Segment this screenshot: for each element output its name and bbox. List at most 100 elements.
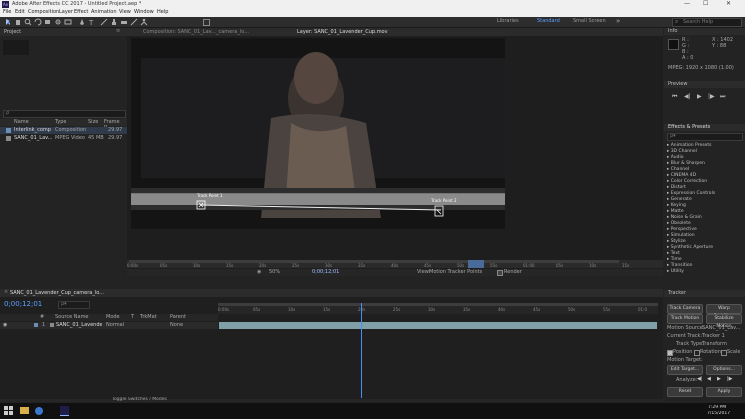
project-search-field[interactable]: ρ xyxy=(3,110,126,118)
brush-tool-icon[interactable] xyxy=(100,18,108,26)
effect-category[interactable]: ▸ Obsolete xyxy=(667,221,691,226)
render-checkbox[interactable] xyxy=(497,270,503,276)
workspace-menu-icon[interactable]: » xyxy=(616,17,620,25)
effect-category[interactable]: ▸ Color Correction xyxy=(667,179,707,184)
preview-tab[interactable]: Preview xyxy=(668,81,687,87)
apply-button[interactable]: Apply xyxy=(706,387,742,397)
project-tab[interactable]: Project xyxy=(4,29,21,35)
column-name[interactable]: Name xyxy=(14,119,29,125)
visibility-eye-icon[interactable]: ◉ xyxy=(3,322,7,328)
layer-mode-dropdown[interactable]: Normal xyxy=(106,322,124,328)
camera-tool-icon[interactable] xyxy=(44,18,52,26)
layer-duration-bar[interactable] xyxy=(219,322,657,329)
tab-layer[interactable]: Layer: SANC_01_Lavender_Cup.mov xyxy=(297,29,427,35)
snapping-checkbox[interactable] xyxy=(203,19,210,26)
toggle-switches-modes[interactable]: Toggle Switches / Modes xyxy=(112,397,167,402)
options-button[interactable]: Options... xyxy=(706,365,742,375)
workspace-libraries[interactable]: Libraries xyxy=(497,18,519,24)
help-search-field[interactable]: ⌕ Search Help xyxy=(672,18,742,27)
warp-stabilizer-button[interactable]: Warp Stabilizer xyxy=(706,304,742,319)
effect-category[interactable]: ▸ 3D Channel xyxy=(667,149,697,154)
menu-window[interactable]: Window xyxy=(134,9,154,15)
prev-frame-button[interactable]: ◀| xyxy=(684,93,691,100)
menu-layer[interactable]: Layer xyxy=(59,9,73,15)
effect-category[interactable]: ▸ Text xyxy=(667,251,680,256)
current-time-indicator[interactable] xyxy=(468,260,484,268)
edit-target-button[interactable]: Edit Target... xyxy=(667,365,703,375)
layer-row[interactable]: ◉ 1 SANC_01_Lavender... Normal None xyxy=(0,322,218,329)
menu-edit[interactable]: Edit xyxy=(15,9,25,15)
timeline-comp-tab[interactable]: SANC_01_Lavender_Cup_camera_lo... xyxy=(10,290,130,296)
effect-category[interactable]: ▸ Distort xyxy=(667,185,686,190)
menu-composition[interactable]: Composition xyxy=(28,9,59,15)
effect-category[interactable]: ▸ Animation Presets xyxy=(667,143,711,148)
close-tab-icon[interactable]: × xyxy=(4,289,8,295)
effect-category[interactable]: ▸ Simulation xyxy=(667,233,695,238)
rectangle-tool-icon[interactable] xyxy=(64,18,72,26)
effect-category[interactable]: ▸ Keying xyxy=(667,203,686,208)
effects-presets-tab[interactable]: Effects & Presets xyxy=(668,124,710,130)
effect-category[interactable]: ▸ Stylize xyxy=(667,239,686,244)
effect-category[interactable]: ▸ Channel xyxy=(667,167,689,172)
menu-file[interactable]: File xyxy=(3,9,11,15)
effect-category[interactable]: ▸ Transition xyxy=(667,263,692,268)
video-frame[interactable]: Track Point 1 Track Point 2 xyxy=(131,38,505,229)
analyze-back-one-button[interactable]: ◀ xyxy=(707,376,711,382)
eraser-tool-icon[interactable] xyxy=(120,18,128,26)
track-type-dropdown[interactable]: Transform xyxy=(702,341,727,347)
pan-behind-tool-icon[interactable] xyxy=(54,18,62,26)
effect-category[interactable]: ▸ Perspective xyxy=(667,227,697,232)
effect-category[interactable]: ▸ Matte xyxy=(667,209,684,214)
effect-category[interactable]: ▸ Synthetic Aperture xyxy=(667,245,713,250)
layer-label-color[interactable] xyxy=(34,323,38,327)
track-motion-button[interactable]: Track Motion xyxy=(667,314,703,324)
menu-animation[interactable]: Animation xyxy=(91,9,117,15)
menu-help[interactable]: Help xyxy=(157,9,168,15)
effect-category[interactable]: ▸ CINEMA 4D xyxy=(667,173,696,178)
effect-category[interactable]: ▸ Time xyxy=(667,257,682,262)
rotate-tool-icon[interactable] xyxy=(34,18,42,26)
type-tool-icon[interactable]: T xyxy=(88,18,96,26)
reset-button[interactable]: Reset xyxy=(667,387,703,397)
motion-source-dropdown[interactable]: SANC_01_Lav... xyxy=(702,325,740,331)
browser-icon[interactable] xyxy=(35,407,43,415)
next-frame-button[interactable]: |▶ xyxy=(708,93,715,100)
current-track-dropdown[interactable]: Tracker 1 xyxy=(702,333,725,339)
effect-category[interactable]: ▸ Utility xyxy=(667,269,684,274)
timeline-playhead[interactable] xyxy=(361,303,362,398)
project-row[interactable]: Interlink_comp Composition 29.97 xyxy=(0,127,127,134)
play-button[interactable]: ▶ xyxy=(697,93,702,100)
ae-taskbar-icon[interactable] xyxy=(60,406,69,416)
selection-tool-icon[interactable] xyxy=(4,18,12,26)
column-size[interactable]: Size xyxy=(88,119,98,125)
zoom-dropdown[interactable]: 50% xyxy=(269,269,280,275)
analyze-forward-one-button[interactable]: ▶ xyxy=(717,376,721,382)
effect-category[interactable]: ▸ Blur & Sharpen xyxy=(667,161,705,166)
tracker-tab[interactable]: Tracker xyxy=(668,290,686,296)
hand-tool-icon[interactable] xyxy=(14,18,22,26)
effect-category[interactable]: ▸ Generate xyxy=(667,197,692,202)
windows-start-icon[interactable] xyxy=(4,406,13,415)
timeline-search-field[interactable]: ρ▾ xyxy=(58,301,90,309)
close-button[interactable]: ✕ xyxy=(726,0,731,7)
workspace-small-screen[interactable]: Small Screen xyxy=(573,18,606,24)
viewer-timecode[interactable]: 0;00;12;01 xyxy=(312,269,339,275)
roto-brush-tool-icon[interactable] xyxy=(130,18,138,26)
minimize-button[interactable]: — xyxy=(684,0,690,7)
project-row[interactable]: SANC_01_Lav... MPEG Video 45 MB 29.97 xyxy=(0,135,127,142)
effects-search-field[interactable]: ρ▾ xyxy=(667,133,743,141)
timeline-ruler[interactable]: 0:00s 05s 10s 15s 20s 25s 30s 35s 40s 45… xyxy=(218,303,658,314)
analyze-back-all-button[interactable]: ◀| xyxy=(697,376,703,382)
zoom-tool-icon[interactable] xyxy=(24,18,32,26)
workspace-standard[interactable]: Standard xyxy=(537,18,560,24)
maximize-button[interactable]: ☐ xyxy=(703,0,708,7)
effect-category[interactable]: ▸ Expression Controls xyxy=(667,191,715,196)
effect-category[interactable]: ▸ Audio xyxy=(667,155,683,160)
tab-composition[interactable]: Composition: SANC_01_Lav..._camera_lo... xyxy=(143,29,293,35)
layer-parent-dropdown[interactable]: None xyxy=(170,322,183,328)
menu-view[interactable]: View xyxy=(119,9,131,15)
track-camera-button[interactable]: Track Camera xyxy=(667,304,703,314)
first-frame-button[interactable]: ⏮ xyxy=(672,93,677,101)
menu-effect[interactable]: Effect xyxy=(74,9,88,15)
viewer-time-ruler[interactable]: 0:00s 05s 10s 15s 20s 25s 30s 35s 40s 45… xyxy=(127,260,663,268)
